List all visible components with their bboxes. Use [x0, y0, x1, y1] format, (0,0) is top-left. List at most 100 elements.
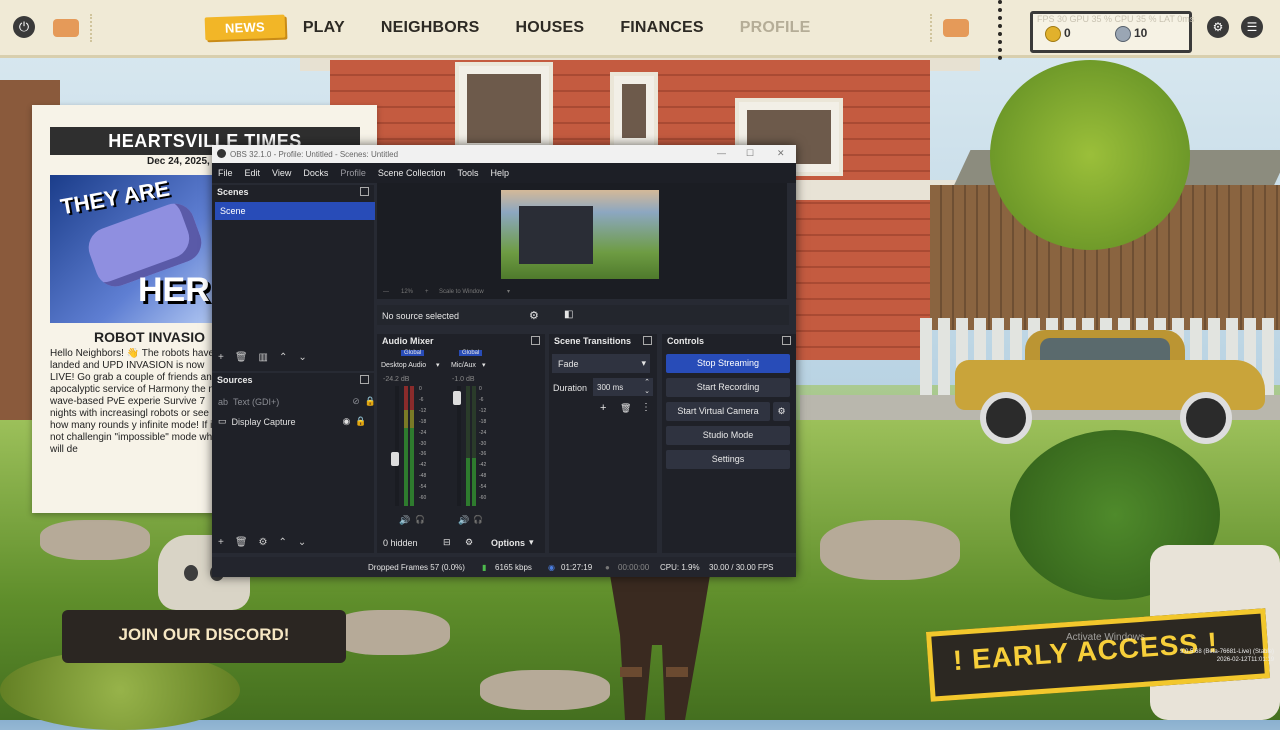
- add-icon[interactable]: +: [218, 537, 224, 548]
- coin-icon: [1045, 26, 1061, 42]
- mixer-settings-icon[interactable]: ⚙: [465, 537, 473, 548]
- zoom-out-icon[interactable]: —: [383, 289, 389, 295]
- popout-icon[interactable]: [360, 187, 369, 196]
- menu-scene-collection[interactable]: Scene Collection: [372, 168, 452, 178]
- stepping-stone: [40, 520, 150, 560]
- trash-icon[interactable]: 🗑: [235, 352, 248, 363]
- lock-icon[interactable]: 🔒: [365, 396, 376, 407]
- eye-icon[interactable]: ◉: [343, 416, 351, 427]
- minimize-icon[interactable]: —: [717, 148, 726, 158]
- join-discord-button[interactable]: JOIN OUR DISCORD!: [62, 610, 346, 663]
- headphones-icon[interactable]: 🎧: [415, 515, 425, 524]
- move-up-icon[interactable]: ⌃: [279, 537, 287, 548]
- popout-icon[interactable]: [531, 336, 540, 345]
- add-icon[interactable]: +: [600, 402, 606, 414]
- virtual-camera-settings-icon[interactable]: ⚙: [773, 402, 790, 421]
- source-name: Display Capture: [231, 416, 296, 427]
- obs-window-title: OBS 32.1.0 - Profile: Untitled - Scenes:…: [230, 150, 399, 159]
- menu-help[interactable]: Help: [484, 168, 515, 178]
- level-meter: [410, 386, 414, 506]
- meter-tick: -6: [419, 396, 424, 403]
- scene-list-item[interactable]: Scene: [215, 202, 375, 220]
- house-window: [610, 72, 658, 150]
- move-down-icon[interactable]: ⌄: [298, 352, 306, 363]
- studio-mode-button[interactable]: Studio Mode: [666, 426, 790, 445]
- scene-transitions-title: Scene Transitions: [549, 334, 657, 348]
- move-down-icon[interactable]: ⌄: [298, 537, 306, 548]
- menu-edit[interactable]: Edit: [239, 168, 267, 178]
- main-nav: NEWS PLAY NEIGHBORS HOUSES FINANCES PROF…: [204, 0, 829, 55]
- menu-tools[interactable]: Tools: [451, 168, 484, 178]
- menu-docks[interactable]: Docks: [297, 168, 334, 178]
- popout-icon[interactable]: [782, 336, 791, 345]
- chevron-down-icon[interactable]: ▾: [436, 361, 440, 369]
- options-button[interactable]: Options: [491, 538, 525, 548]
- nav-play[interactable]: PLAY: [285, 19, 363, 37]
- channel-name[interactable]: Mic/Aux: [451, 362, 476, 369]
- chevron-down-icon[interactable]: ▾: [529, 537, 534, 548]
- stepping-stone: [820, 520, 960, 580]
- hidden-eye-icon[interactable]: ⊘: [352, 396, 360, 407]
- news-image: THEY ARE HERE!: [50, 175, 244, 323]
- nav-news[interactable]: NEWS: [204, 14, 286, 41]
- menu-pill-right[interactable]: [943, 19, 969, 37]
- menu-pill-left[interactable]: [53, 19, 79, 37]
- house-window: [455, 62, 553, 155]
- meter-tick: -18: [419, 418, 427, 425]
- speaker-icon[interactable]: 🔊: [399, 515, 410, 526]
- channel-name[interactable]: Desktop Audio: [381, 362, 426, 369]
- obs-window: OBS 32.1.0 - Profile: Untitled - Scenes:…: [212, 145, 796, 577]
- settings-icon[interactable]: ⚙: [1207, 16, 1229, 38]
- volume-handle[interactable]: [391, 452, 399, 466]
- source-properties-icon[interactable]: ⚙: [529, 309, 539, 322]
- source-item[interactable]: ▭ Display Capture ◉ 🔒: [218, 416, 367, 427]
- nav-houses[interactable]: HOUSES: [498, 19, 603, 37]
- settings-button[interactable]: Settings: [666, 450, 790, 469]
- meter-scale: 0 -6 -12 -18 -24 -30 -36 -42 -48 -54 -60: [479, 384, 486, 504]
- zoom-in-icon[interactable]: +: [425, 289, 429, 295]
- hamburger-menu-icon[interactable]: ☰: [1241, 16, 1263, 38]
- chevron-down-icon[interactable]: ▾: [507, 288, 510, 295]
- nav-profile[interactable]: PROFILE: [722, 19, 829, 37]
- no-source-label: No source selected: [382, 311, 460, 321]
- close-icon[interactable]: ✕: [777, 148, 785, 159]
- maximize-icon[interactable]: ☐: [746, 148, 754, 159]
- preview-area[interactable]: [377, 183, 787, 286]
- scale-mode[interactable]: Scale to Window: [439, 289, 484, 295]
- chevron-down-icon[interactable]: ▾: [482, 361, 486, 369]
- transition-select[interactable]: Fade ▾: [552, 354, 650, 373]
- duration-input[interactable]: 300 ms ⌃ ⌄: [593, 378, 653, 396]
- stop-streaming-button[interactable]: Stop Streaming: [666, 354, 790, 373]
- channel-badge: Global: [459, 350, 483, 356]
- nav-finances[interactable]: FINANCES: [602, 19, 721, 37]
- trash-icon[interactable]: 🗑: [235, 537, 248, 548]
- gear-icon[interactable]: ⚙: [259, 537, 268, 548]
- source-item[interactable]: ab Text (GDI+) ⊘ 🔒: [218, 396, 376, 407]
- add-icon[interactable]: +: [218, 352, 224, 363]
- stream-icon: ◉: [548, 563, 555, 572]
- headphones-icon[interactable]: 🎧: [473, 515, 483, 524]
- volume-handle[interactable]: [453, 391, 461, 405]
- dropped-frames: Dropped Frames 57 (0.0%): [368, 563, 465, 572]
- stepper-icon[interactable]: ⌃ ⌄: [644, 378, 650, 396]
- menu-file[interactable]: File: [212, 168, 239, 178]
- source-filters-icon[interactable]: ◧: [564, 309, 573, 320]
- more-options-icon[interactable]: ⋮: [641, 402, 651, 413]
- filter-icon[interactable]: ▥: [259, 352, 268, 363]
- popout-icon[interactable]: [643, 336, 652, 345]
- meter-tick: -48: [479, 473, 487, 480]
- start-recording-button[interactable]: Start Recording: [666, 378, 790, 397]
- menu-profile[interactable]: Profile: [334, 168, 372, 178]
- layout-icon[interactable]: ⊟: [443, 537, 451, 548]
- power-icon[interactable]: ⏻: [13, 16, 35, 38]
- move-up-icon[interactable]: ⌃: [279, 352, 287, 363]
- start-virtual-camera-button[interactable]: Start Virtual Camera: [666, 402, 770, 421]
- trash-icon[interactable]: 🗑: [620, 403, 631, 414]
- lock-icon[interactable]: 🔒: [355, 416, 366, 427]
- menu-view[interactable]: View: [266, 168, 297, 178]
- popout-icon[interactable]: [360, 375, 369, 384]
- nav-neighbors[interactable]: NEIGHBORS: [363, 19, 498, 37]
- speaker-icon[interactable]: 🔊: [458, 515, 469, 526]
- volume-slider[interactable]: [395, 386, 399, 506]
- obs-logo-icon: [217, 149, 226, 158]
